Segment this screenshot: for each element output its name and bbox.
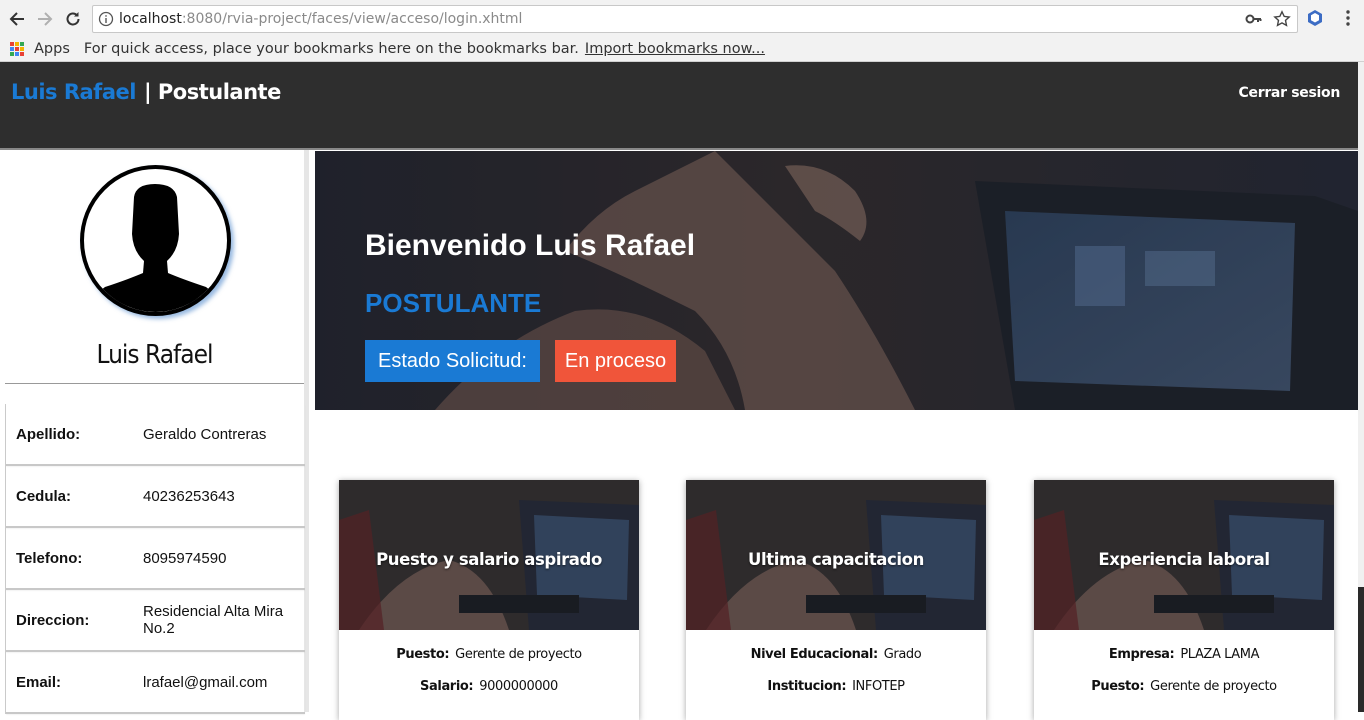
welcome-banner: Bienvenido Luis Rafael POSTULANTE Estado… (315, 151, 1358, 410)
card-line-label: Institucion: (767, 679, 847, 694)
card-image: Puesto y salario aspirado (339, 480, 639, 630)
logout-link[interactable]: Cerrar sesion (1239, 85, 1341, 101)
card-line-label: Puesto: (396, 647, 450, 662)
status-badge: En proceso (555, 340, 676, 382)
card-title: Ultima capacitacion (748, 550, 924, 569)
field-value: lrafael@gmail.com (143, 673, 268, 691)
card-image: Ultima capacitacion (686, 480, 986, 630)
card-line-value: Gerente de proyecto (455, 647, 582, 662)
card-line-label: Puesto: (1091, 679, 1145, 694)
arrow-left-icon (9, 12, 24, 26)
info-row-telefono: Telefono: 8095974590 (6, 528, 305, 590)
scrollbar-thumb[interactable] (1358, 587, 1364, 712)
back-button[interactable] (6, 8, 28, 30)
card-image: Experiencia laboral (1034, 480, 1334, 630)
card-line: Institucion: INFOTEP (686, 679, 986, 694)
card-line: Salario: 9000000000 (339, 679, 639, 694)
card-line-value: Grado (883, 647, 922, 662)
extension-icon[interactable] (1306, 9, 1324, 27)
header-user-name: Luis Rafael (11, 80, 136, 104)
address-bar[interactable]: localhost:8080/rvia-project/faces/view/a… (92, 5, 1298, 33)
bookmarks-bar: Apps For quick access, place your bookma… (0, 37, 1364, 62)
brand-title: Luis Rafael | Postulante (11, 80, 281, 104)
avatar (80, 165, 231, 316)
field-value: 40236253643 (143, 487, 235, 505)
card-line-value: INFOTEP (852, 679, 905, 694)
kebab-menu-icon[interactable] (1340, 9, 1356, 27)
card-work-experience: Experiencia laboral Empresa: PLAZA LAMA P… (1034, 480, 1334, 720)
reload-icon (66, 12, 80, 26)
page-header: Luis Rafael | Postulante Cerrar sesion (0, 62, 1358, 150)
name-divider (5, 383, 304, 384)
field-value: 8095974590 (143, 549, 227, 567)
welcome-title: Bienvenido Luis Rafael (365, 229, 696, 262)
import-bookmarks-link[interactable]: Import bookmarks now... (585, 41, 765, 57)
card-line-value: PLAZA LAMA (1180, 647, 1260, 662)
forward-button[interactable] (34, 8, 56, 30)
url-path: :8080/rvia-project/faces/view/acceso/log… (181, 11, 523, 27)
profile-info-table: Apellido: Geraldo Contreras Cedula: 4023… (5, 404, 305, 714)
field-value: Residencial Alta Mira No.2 (143, 603, 284, 637)
card-line-label: Salario: (420, 679, 474, 694)
card-line: Empresa: PLAZA LAMA (1034, 647, 1334, 662)
star-icon[interactable] (1273, 10, 1291, 28)
role-label: POSTULANTE (365, 288, 542, 318)
profile-sidebar: Luis Rafael Apellido: Geraldo Contreras … (0, 150, 309, 714)
status-label: Estado Solicitud: (365, 340, 540, 382)
card-last-training: Ultima capacitacion Nivel Educacional: Gr… (686, 480, 986, 720)
card-desired-position: Puesto y salario aspirado Puesto: Gerente… (339, 480, 639, 720)
profile-name: Luis Rafael (96, 340, 214, 370)
card-line: Nivel Educacional: Grado (686, 647, 986, 662)
browser-toolbar: localhost:8080/rvia-project/faces/view/a… (0, 0, 1364, 37)
info-row-direccion: Direccion: Residencial Alta Mira No.2 (6, 590, 305, 652)
page-scrollbar[interactable] (1358, 62, 1364, 712)
card-title: Experiencia laboral (1098, 550, 1270, 569)
card-line: Puesto: Gerente de proyecto (1034, 679, 1334, 694)
card-line-value: Gerente de proyecto (1150, 679, 1277, 694)
info-row-cedula: Cedula: 40236253643 (6, 466, 305, 528)
reload-button[interactable] (62, 8, 84, 30)
field-label: Telefono: (16, 549, 83, 567)
apps-shortcut[interactable]: Apps (34, 41, 70, 57)
header-role: | Postulante (143, 80, 281, 104)
card-line-label: Empresa: (1108, 647, 1175, 662)
user-silhouette-icon (89, 184, 222, 312)
key-icon[interactable] (1245, 10, 1263, 28)
field-value: Geraldo Contreras (143, 425, 267, 443)
card-line-value: 9000000000 (479, 679, 558, 694)
card-line: Puesto: Gerente de proyecto (339, 647, 639, 662)
url-host: localhost (119, 11, 182, 27)
info-row-email: Email: lrafael@gmail.com (6, 652, 305, 714)
info-icon[interactable] (93, 11, 119, 27)
field-label: Apellido: (16, 425, 81, 443)
field-label: Direccion: (16, 611, 90, 629)
bookmarks-message: For quick access, place your bookmarks h… (83, 41, 579, 57)
apps-grid-icon[interactable] (10, 42, 24, 56)
field-label: Email: (16, 673, 62, 691)
field-label: Cedula: (16, 487, 72, 505)
card-title: Puesto y salario aspirado (376, 550, 602, 569)
card-line-label: Nivel Educacional: (750, 647, 879, 662)
info-row-apellido: Apellido: Geraldo Contreras (6, 404, 305, 466)
arrow-right-icon (38, 12, 53, 26)
